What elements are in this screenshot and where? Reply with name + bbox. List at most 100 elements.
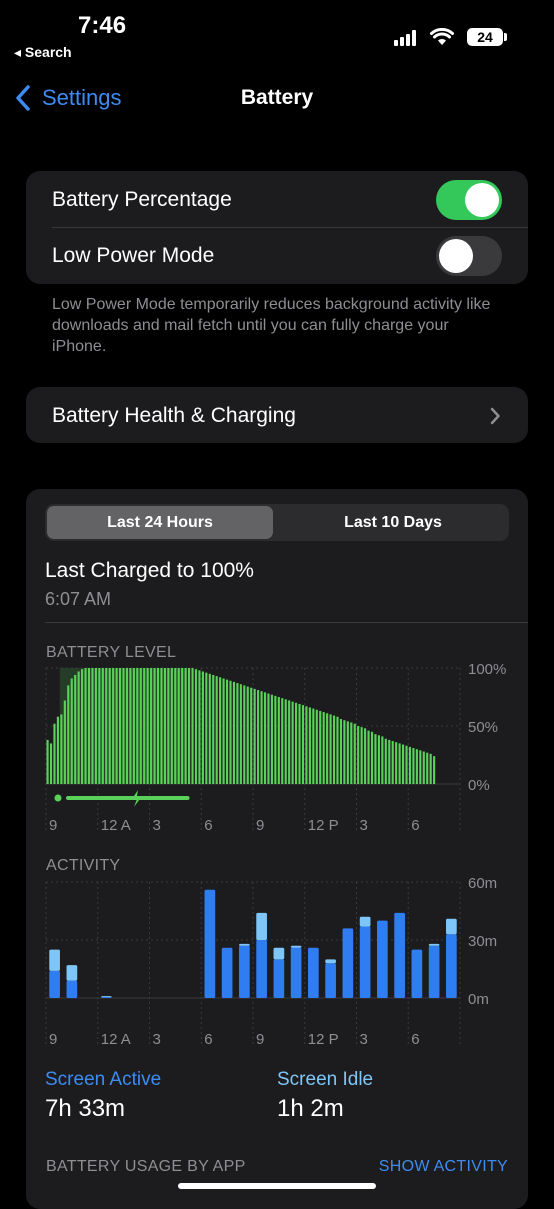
last-charged-title: Last Charged to 100% — [45, 559, 254, 582]
x-tick-label: 6 — [411, 1031, 419, 1048]
screen-active-bar — [377, 920, 388, 998]
battery-level-bar — [98, 668, 101, 784]
screen-idle-bar — [428, 943, 440, 946]
battery-level-bar — [188, 668, 191, 784]
screen-idle-bar — [446, 918, 457, 935]
screen-active-bar — [273, 959, 285, 998]
battery-level-bar — [108, 668, 111, 784]
low-power-mode-toggle[interactable] — [436, 236, 502, 276]
battery-percentage-label: Battery Percentage — [52, 188, 232, 211]
screen-idle-bar — [325, 959, 336, 964]
battery-level-bar — [191, 668, 194, 784]
battery-level-bar — [426, 752, 429, 784]
chevron-right-icon — [490, 407, 500, 425]
date-label: Feb 16 — [101, 1053, 148, 1054]
y-tick-label: 0m — [468, 991, 489, 1008]
battery-percentage-toggle[interactable] — [436, 180, 502, 220]
battery-level-bar — [398, 743, 401, 784]
battery-level-bar — [167, 668, 170, 784]
battery-level-bar — [143, 668, 146, 784]
screen-active-bar — [49, 970, 60, 998]
battery-level-bar — [60, 714, 63, 784]
battery-level-bar — [136, 668, 139, 784]
screen-active-bar — [359, 926, 371, 998]
battery-level-bar — [301, 705, 305, 784]
battery-level-bar — [294, 702, 298, 784]
screen-active-bar — [101, 997, 112, 998]
battery-level-bar — [201, 671, 204, 784]
battery-level-bar — [87, 668, 91, 784]
battery-level-bar — [412, 748, 415, 784]
x-tick-label: 12 A — [101, 1031, 131, 1048]
battery-level-bar — [277, 697, 280, 784]
activity-label: ACTIVITY — [46, 857, 121, 874]
x-tick-label: 3 — [153, 817, 161, 834]
screen-active-bar — [342, 928, 354, 998]
battery-level-bar — [339, 719, 343, 784]
battery-level-bar — [336, 716, 339, 784]
battery-level-bar — [250, 687, 253, 784]
tab-last-10-days[interactable]: Last 10 Days — [279, 506, 507, 539]
charging-start-dot — [54, 794, 62, 802]
screen-idle-bar — [101, 996, 112, 998]
toggles-card: Battery Percentage Low Power Mode — [26, 171, 528, 284]
battery-level-bar — [125, 668, 129, 784]
battery-level-bar — [260, 691, 263, 784]
battery-level-bar — [94, 668, 97, 784]
screen-idle-bar — [239, 943, 250, 946]
battery-level-bar — [284, 699, 287, 784]
battery-level-bar — [381, 736, 384, 784]
tab-last-24-hours[interactable]: Last 24 Hours — [47, 506, 273, 539]
battery-level-bar — [181, 668, 184, 784]
battery-level-bar — [122, 668, 125, 784]
screen-active-bar — [239, 945, 250, 998]
battery-level-bar — [343, 720, 346, 784]
x-tick-label: 3 — [360, 1031, 368, 1048]
battery-level-bar — [395, 742, 398, 784]
time-range-segmented-control: Last 24 Hours Last 10 Days — [45, 504, 509, 541]
battery-level-bar — [205, 672, 208, 784]
back-to-search-link[interactable]: ◂ Search — [14, 44, 72, 61]
battery-level-bar — [49, 743, 53, 784]
battery-level-indicator: 24 — [467, 28, 503, 46]
battery-level-bar — [370, 731, 374, 784]
battery-level-bar — [408, 746, 412, 784]
battery-usage-by-app-header: BATTERY USAGE BY APP — [46, 1158, 246, 1175]
battery-level-bar — [288, 700, 291, 784]
screen-idle-bar — [66, 965, 78, 981]
x-tick-label: 9 — [256, 817, 264, 834]
low-power-mode-label: Low Power Mode — [52, 244, 215, 267]
x-tick-label: 6 — [411, 817, 419, 834]
screen-active-bar — [325, 963, 336, 998]
battery-level-bar — [326, 713, 329, 784]
battery-level-bar — [374, 734, 377, 784]
battery-level-bar — [391, 741, 394, 784]
battery-level-bar — [170, 668, 173, 784]
battery-level-bar — [360, 727, 363, 784]
battery-level-bar — [84, 668, 87, 784]
y-tick-label: 100% — [468, 662, 506, 678]
battery-level-bar — [332, 715, 336, 784]
battery-level-bar — [305, 706, 308, 784]
battery-level-bar — [222, 678, 225, 784]
battery-level-bar — [194, 669, 198, 784]
battery-level-bar — [91, 668, 94, 784]
last-charged-time: 6:07 AM — [45, 589, 112, 609]
battery-level-bar — [315, 709, 318, 784]
screen-active-bar — [256, 940, 267, 998]
battery-level-bar — [422, 751, 425, 784]
home-indicator[interactable] — [178, 1183, 376, 1189]
screen-active-label: Screen Active — [45, 1069, 162, 1090]
battery-level-bar — [357, 726, 360, 784]
battery-level-bar — [163, 668, 166, 784]
divider — [52, 227, 528, 228]
battery-health-row[interactable]: Battery Health & Charging — [26, 387, 528, 443]
battery-level-bar — [308, 707, 311, 784]
screen-active-bar — [66, 980, 78, 998]
show-activity-link[interactable]: SHOW ACTIVITY — [379, 1158, 508, 1176]
battery-level-bar — [81, 669, 84, 784]
screen-active-value: 7h 33m — [45, 1095, 126, 1122]
x-tick-label: 9 — [256, 1031, 264, 1048]
battery-level-bar — [150, 668, 153, 784]
screen-active-bar — [411, 949, 423, 998]
